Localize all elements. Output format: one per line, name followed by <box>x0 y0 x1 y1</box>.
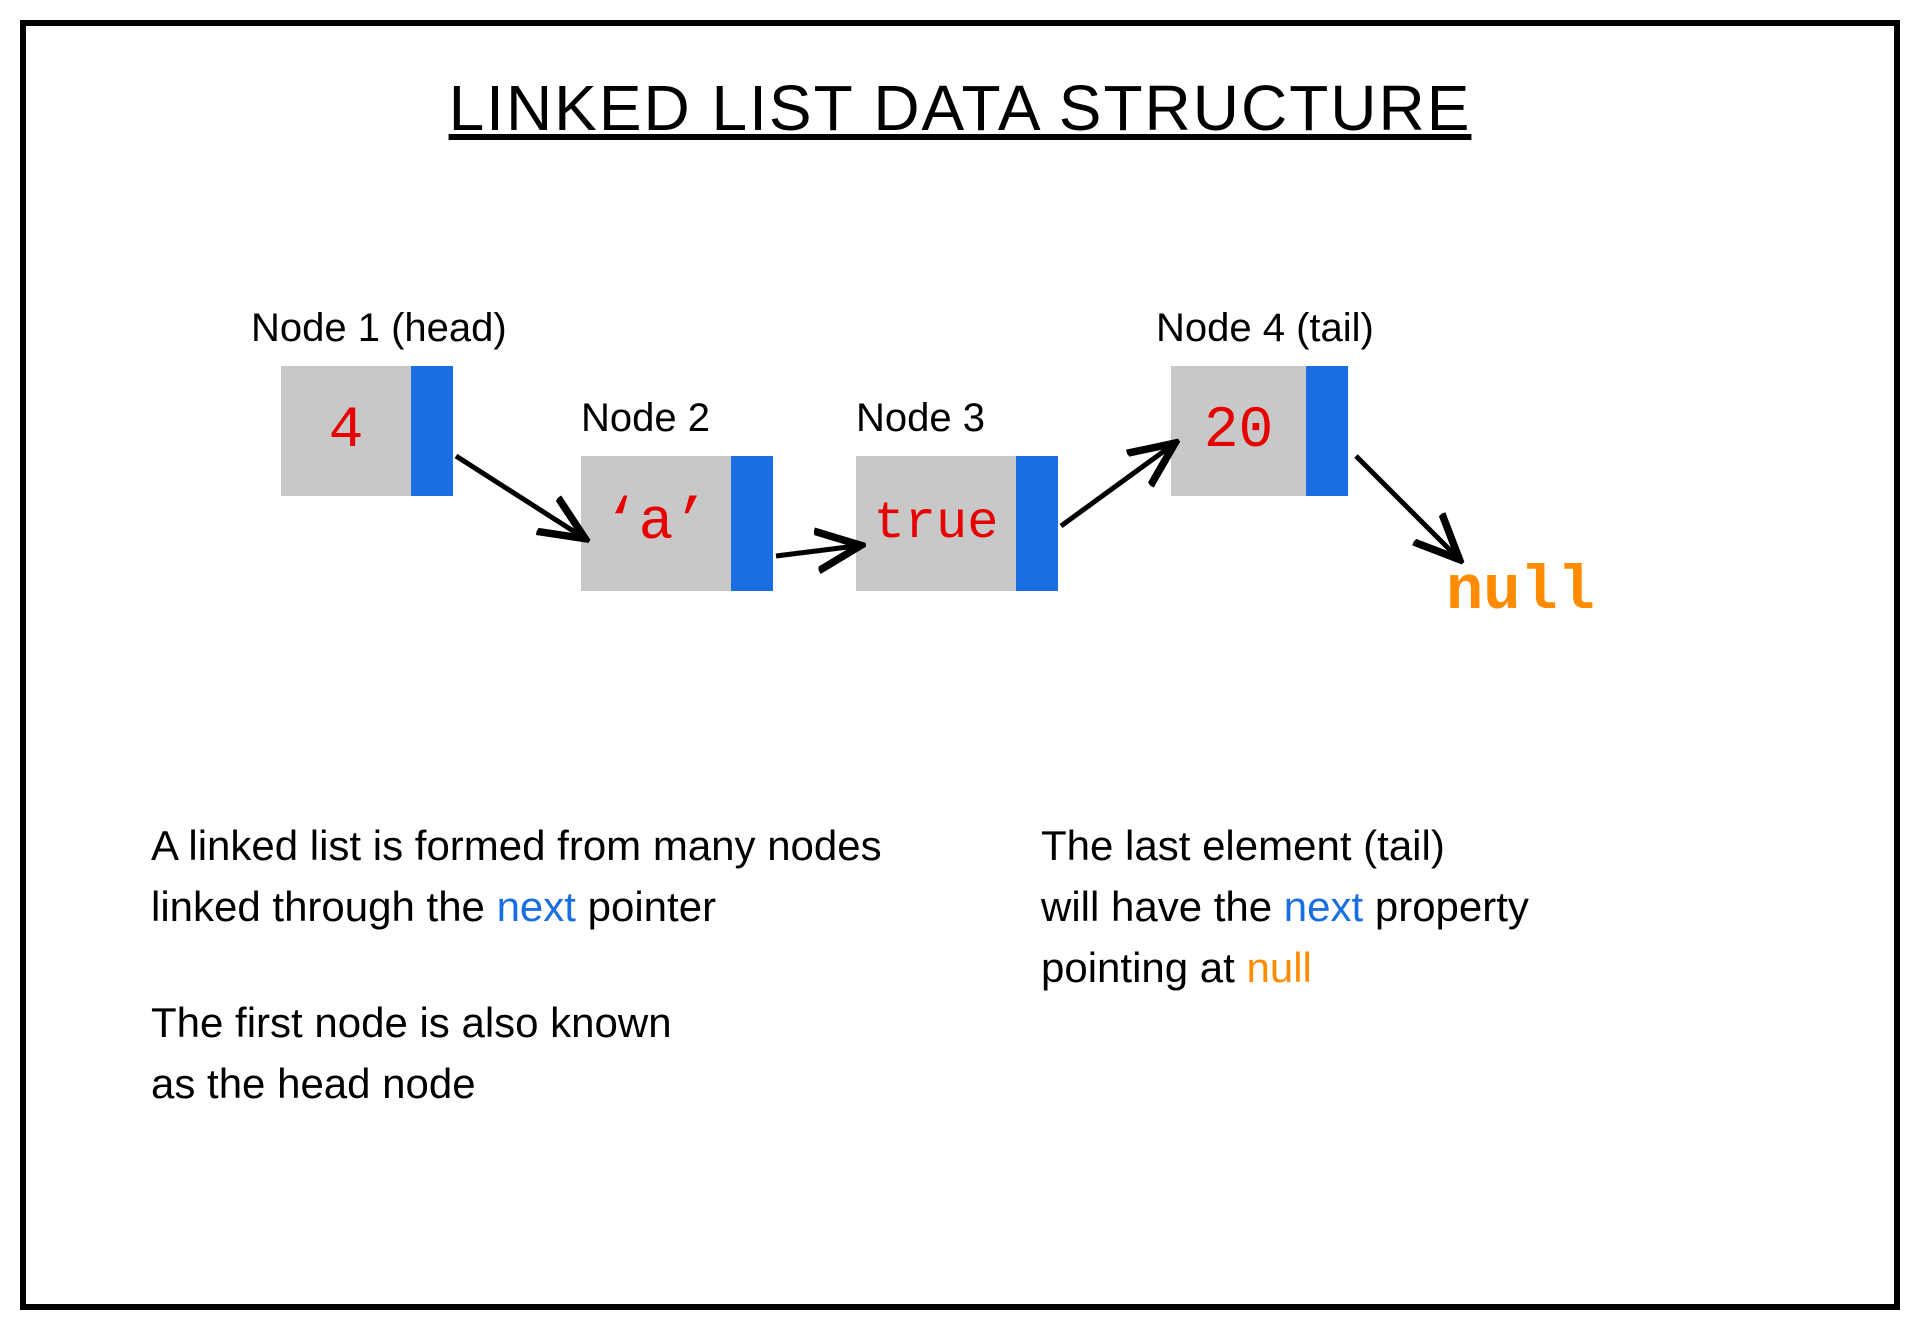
keyword-null: null <box>1247 944 1312 991</box>
desc-line: The last element (tail) <box>1041 816 1529 877</box>
node-label: Node 4 (tail) <box>1156 306 1374 351</box>
arrow-4-null <box>1356 456 1456 556</box>
desc-line: as the head node <box>151 1054 882 1115</box>
node-pointer <box>1016 456 1058 591</box>
node-pointer <box>411 366 453 496</box>
null-terminator: null <box>1446 556 1595 627</box>
node-box: 4 <box>281 366 453 496</box>
description-left: A linked list is formed from many nodes … <box>151 816 882 1115</box>
arrow-2-3 <box>776 546 856 556</box>
node-box: true <box>856 456 1058 591</box>
desc-line: will have the next property <box>1041 877 1529 938</box>
desc-line: A linked list is formed from many nodes <box>151 816 882 877</box>
node-label: Node 1 (head) <box>251 306 507 351</box>
arrow-1-2 <box>456 456 581 536</box>
node-data: ‘a’ <box>581 456 731 591</box>
desc-line: pointing at null <box>1041 938 1529 999</box>
node-label: Node 3 <box>856 396 985 441</box>
node-box: 20 <box>1171 366 1348 496</box>
description-right: The last element (tail) will have the ne… <box>1041 816 1529 999</box>
desc-line: linked through the next pointer <box>151 877 882 938</box>
node-pointer <box>1306 366 1348 496</box>
keyword-next: next <box>1284 883 1363 930</box>
node-data: true <box>856 456 1016 591</box>
node-data: 4 <box>281 366 411 496</box>
node-box: ‘a’ <box>581 456 773 591</box>
node-data: 20 <box>1171 366 1306 496</box>
arrows-layer <box>26 26 1906 1316</box>
node-pointer <box>731 456 773 591</box>
keyword-next: next <box>497 883 576 930</box>
diagram-frame: LINKED LIST DATA STRUCTURE Node 1 (head)… <box>20 20 1900 1310</box>
desc-line: The first node is also known <box>151 993 882 1054</box>
spacer <box>151 938 882 993</box>
node-label: Node 2 <box>581 396 710 441</box>
arrow-3-4 <box>1061 446 1171 526</box>
